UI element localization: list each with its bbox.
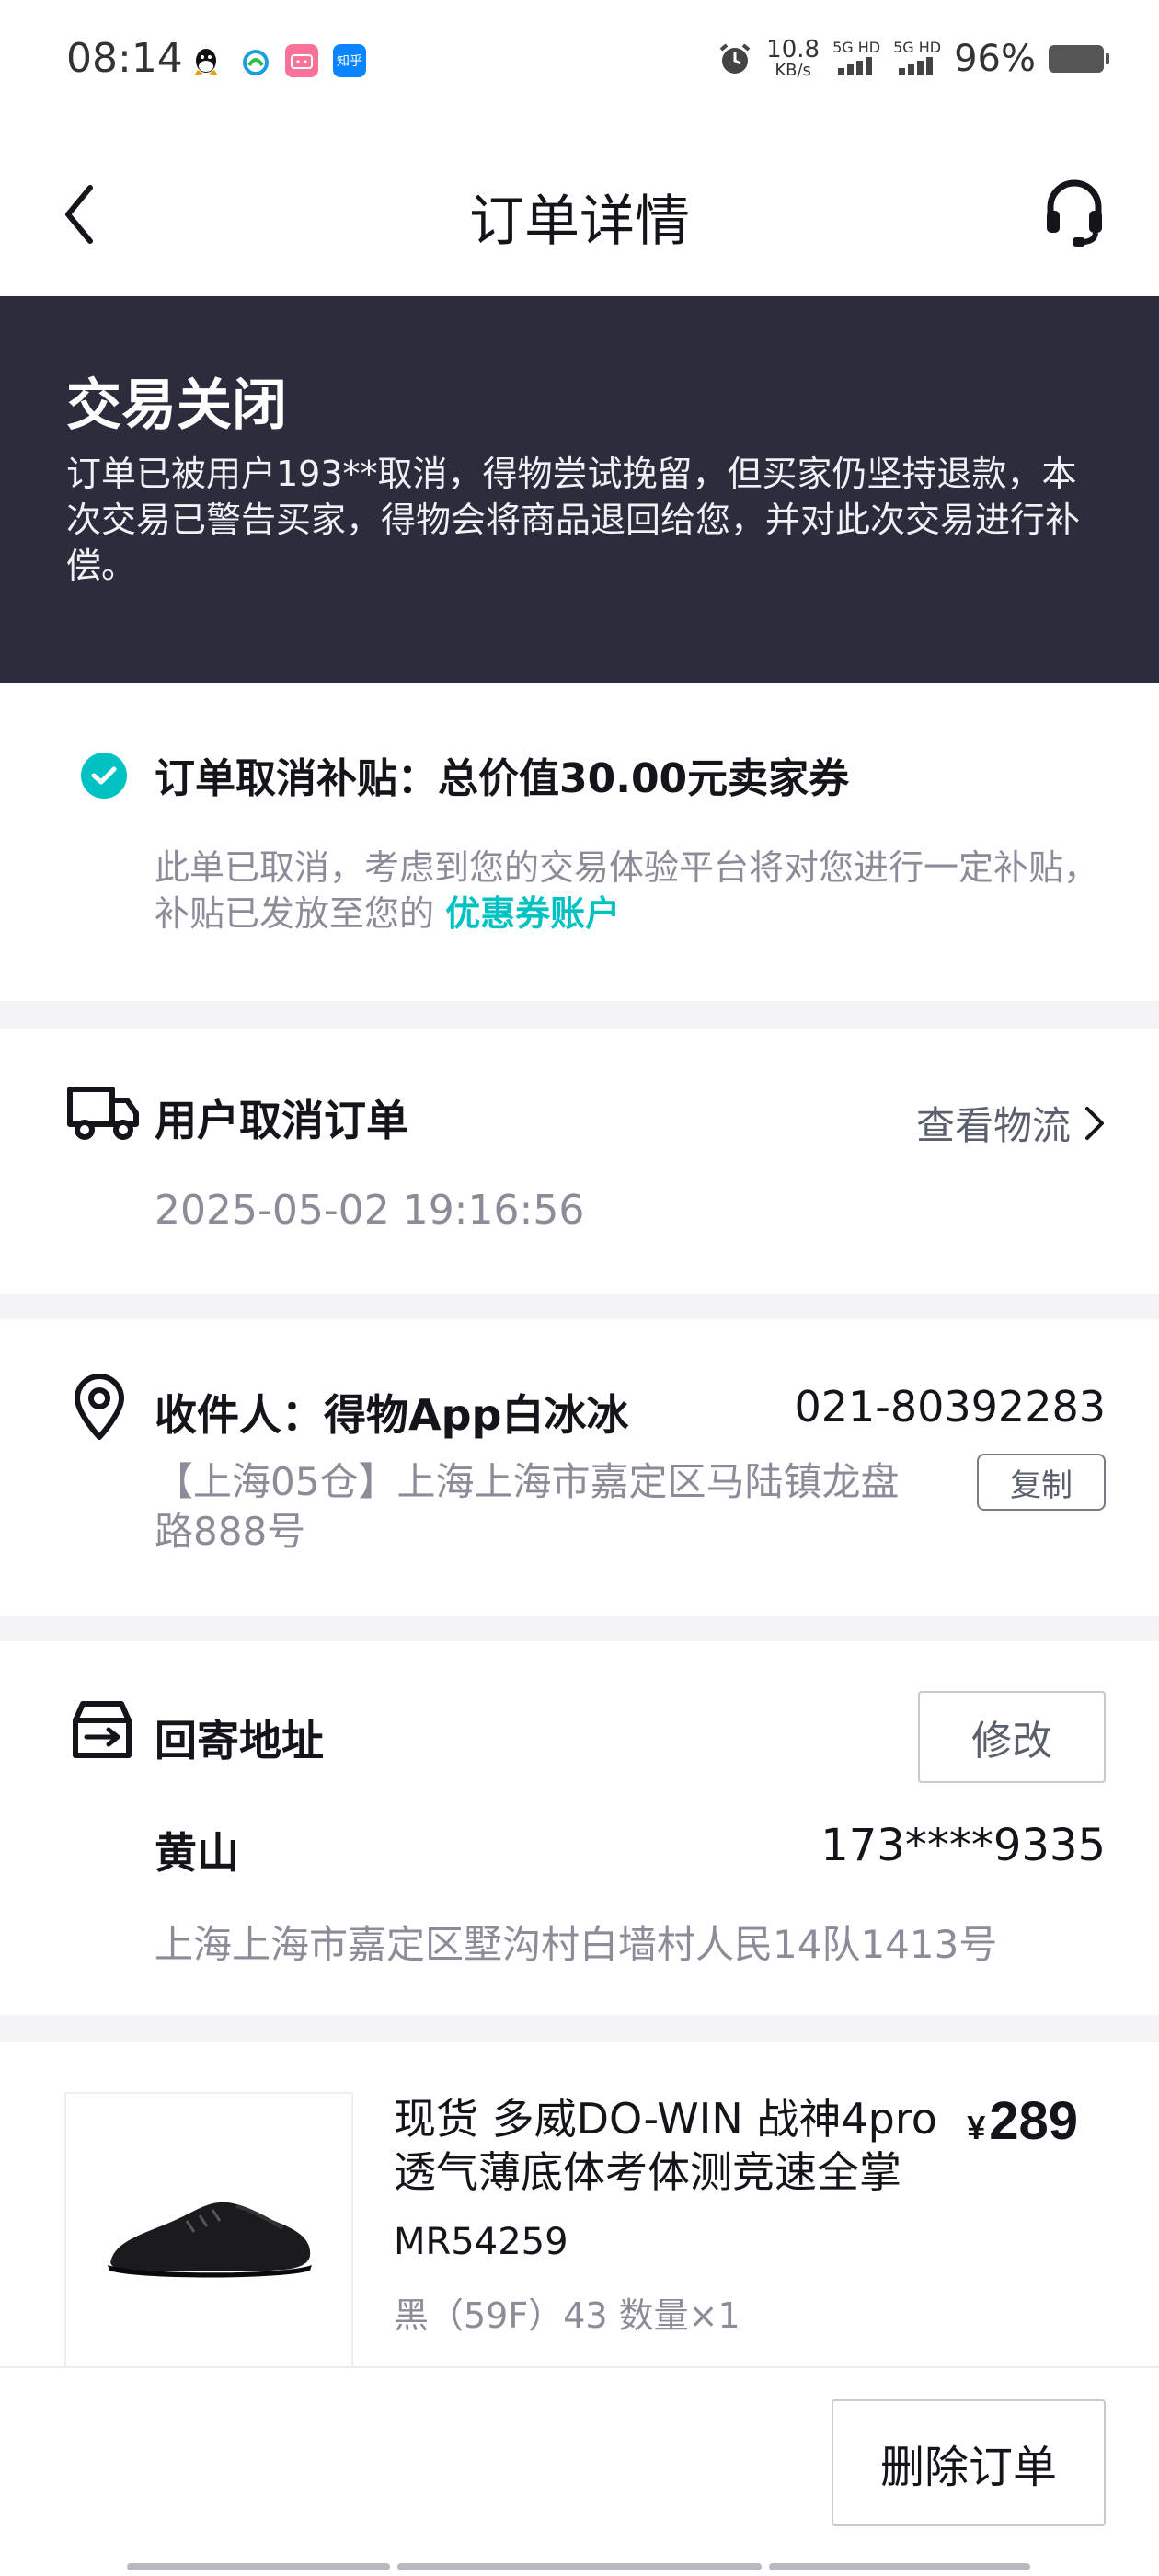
status-right: 10.8 KB/s 5G HD 5G HD 96% <box>717 33 1109 85</box>
return-address-text: 上海上海市嘉定区墅沟村白墙村人民14队1413号 <box>155 1922 998 1967</box>
banner-message: 订单已被用户193**取消，得物尝试挽留，但买家仍坚持退款，本次交易已警告买家，… <box>66 454 1081 586</box>
subsidy-description: 此单已取消，考虑到您的交易体验平台将对您进行一定补贴，补贴已发放至您的 优惠券账… <box>155 845 1102 937</box>
product-price: ¥289 <box>967 2090 1078 2152</box>
network-speed: 10.8 KB/s <box>766 36 820 80</box>
alarm-icon <box>719 43 751 74</box>
return-contact-phone: 173****9335 <box>820 1820 1106 1871</box>
subsidy-title: 订单取消补贴：总价值30.00元卖家券 <box>155 755 850 802</box>
return-box-icon <box>73 1701 132 1758</box>
bottom-action-bar: 删除订单 <box>0 2366 1159 2576</box>
order-status-card <box>0 1029 1159 1294</box>
status-bar: 08:14 知乎 10.8 KB/s 5G HD 5G HD 96% <box>0 0 1159 129</box>
subsidy-card <box>0 683 1159 1001</box>
delete-order-button[interactable]: 删除订单 <box>832 2399 1106 2526</box>
product-name[interactable]: 现货 多威DO-WIN 战神4pro 透气薄底体考体测竞速全掌 <box>394 2092 964 2199</box>
return-address-title: 回寄地址 <box>155 1716 324 1765</box>
sim1-signal: 5G HD <box>832 39 880 80</box>
location-pin-icon <box>75 1374 124 1440</box>
nav-bar: 订单详情 <box>0 129 1159 296</box>
sneaker-icon <box>108 2202 312 2278</box>
view-logistics-label: 查看物流 <box>915 1103 1071 1148</box>
status-banner: 交易关闭 订单已被用户193**取消，得物尝试挽留，但买家仍坚持退款，本次交易已… <box>0 296 1159 683</box>
nav-indicator-left <box>127 2563 390 2570</box>
cancel-status-title: 用户取消订单 <box>155 1096 408 1145</box>
customer-service-button[interactable] <box>1038 171 1111 254</box>
battery-icon <box>1049 45 1109 73</box>
headset-icon <box>1047 179 1102 247</box>
recipient-phone: 021-80392283 <box>794 1382 1106 1432</box>
truck-icon <box>67 1087 139 1140</box>
nav-indicator-right <box>769 2563 1030 2570</box>
subsidy-desc-text: 此单已取消，考虑到您的交易体验平台将对您进行一定补贴，补贴已发放至您的 <box>155 847 1099 934</box>
currency-symbol: ¥ <box>967 2109 986 2146</box>
battery-percent: 96% <box>954 38 1036 80</box>
status-time: 08:14 <box>66 35 183 82</box>
cancel-timestamp: 2025-05-02 19:16:56 <box>155 1187 585 1234</box>
check-circle-icon <box>81 753 127 799</box>
recipient-address: 【上海05仓】上海上海市嘉定区马陆镇龙盘路888号 <box>155 1459 900 1554</box>
price-value: 289 <box>989 2091 1078 2151</box>
nav-indicator-center <box>397 2563 762 2570</box>
recipient-name: 收件人：得物App白冰冰 <box>155 1390 629 1440</box>
page-title: 订单详情 <box>469 190 690 254</box>
bilibili-icon <box>285 44 318 77</box>
product-image[interactable] <box>64 2092 353 2368</box>
qq-icon <box>189 46 223 79</box>
coupon-account-link[interactable]: 优惠券账户 <box>445 893 620 934</box>
sim2-signal: 5G HD <box>893 39 941 80</box>
return-contact-name: 黄山 <box>155 1828 239 1878</box>
view-logistics-link[interactable]: 查看物流 <box>916 1095 1106 1151</box>
zhihu-icon: 知乎 <box>333 44 366 77</box>
copy-address-button[interactable]: 复制 <box>977 1454 1106 1511</box>
chevron-right-icon <box>1085 1106 1104 1140</box>
product-sku: MR54259 <box>394 2221 568 2263</box>
mobile-icon <box>239 46 272 79</box>
product-spec: 黑（59F）43 数量×1 <box>394 2295 740 2336</box>
edit-return-address-button[interactable]: 修改 <box>918 1691 1106 1783</box>
banner-title: 交易关闭 <box>66 374 287 438</box>
